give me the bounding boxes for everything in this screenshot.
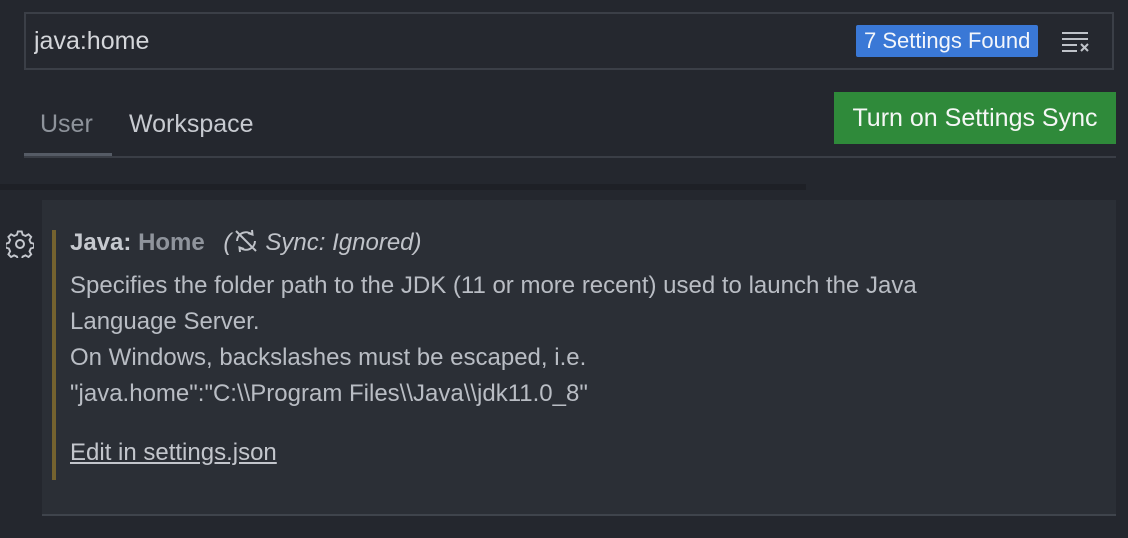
settings-search-bar: 7 Settings Found [24,12,1114,70]
results-count-badge: 7 Settings Found [856,25,1039,57]
description-line: "java.home":"C:\\Program Files\\Java\\jd… [70,380,588,407]
setting-key: Home [138,229,205,256]
settings-search-input[interactable] [34,14,834,68]
setting-description: Specifies the folder path to the JDK (11… [70,268,1070,412]
sync-status-label: Sync: Ignored [265,229,414,256]
scroll-shadow [0,184,806,190]
clear-filter-icon[interactable] [1060,28,1092,54]
description-line: Specifies the folder path to the JDK (11… [70,272,917,299]
sync-ignored-icon [235,229,258,253]
setting-java-home: Java: Home ( Sync: Ignored) Specifies th… [42,200,1116,516]
sync-status: ( Sync: Ignored) [223,229,422,256]
active-tab-indicator [24,153,112,156]
setting-title: Java: Home ( Sync: Ignored) [70,228,422,258]
tab-user[interactable]: User [40,108,93,140]
modified-indicator [52,230,56,480]
edit-in-settings-json-link[interactable]: Edit in settings.json [70,438,277,468]
tab-workspace[interactable]: Workspace [129,108,254,140]
gear-icon[interactable] [4,230,36,261]
description-line: Language Server. [70,308,260,335]
setting-category: Java: [70,229,139,256]
description-line: On Windows, backslashes must be escaped,… [70,344,587,371]
turn-on-settings-sync-button[interactable]: Turn on Settings Sync [834,92,1116,144]
settings-editor: 7 Settings Found User Workspace Turn on … [0,0,1128,538]
